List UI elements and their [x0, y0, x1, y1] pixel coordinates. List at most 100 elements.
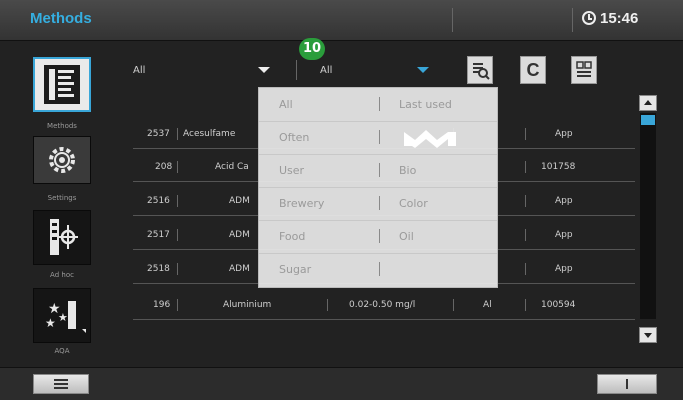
chevron-down-icon[interactable]	[258, 67, 270, 73]
title-divider	[452, 8, 453, 32]
option-divider	[379, 229, 380, 243]
row-param: Al	[483, 300, 492, 310]
svg-text:★: ★	[58, 311, 68, 324]
dropdown-row: Sugar	[259, 253, 497, 286]
filter-primary-value[interactable]: All	[133, 65, 145, 76]
cell-divider	[453, 299, 454, 311]
filter-divider	[296, 60, 297, 80]
dropdown-option-last-used[interactable]: Last used	[399, 88, 452, 121]
merck-logo-icon	[404, 130, 456, 148]
row-code: 100594	[541, 300, 576, 310]
table-row[interactable]: 196 Aluminium 0.02-0.50 mg/l Al 100594	[133, 291, 635, 320]
info-button[interactable]	[597, 374, 657, 394]
row-code: App	[555, 129, 573, 139]
dropdown-option-brewery[interactable]: Brewery	[279, 187, 324, 220]
cell-divider	[525, 299, 526, 311]
dropdown-option-often[interactable]: Often	[279, 121, 309, 154]
scroll-down-button[interactable]	[639, 327, 657, 343]
sidebar-item-label: AQA	[54, 347, 70, 355]
category-dropdown: All Last used Often User Bio Brewery Col…	[258, 87, 498, 288]
title-bar: Methods 15:46	[0, 0, 683, 41]
sort-icon	[576, 61, 592, 77]
row-range: 0.02-0.50 mg/l	[349, 300, 416, 310]
chevron-down-icon[interactable]	[417, 67, 429, 73]
methods-list-icon	[44, 65, 80, 104]
row-name: Acid Ca	[215, 162, 249, 172]
cell-divider	[327, 299, 328, 311]
cell-divider	[177, 161, 178, 173]
aqa-stars-icon: ★ ★ ★	[45, 301, 86, 333]
ad-hoc-icon	[50, 219, 78, 255]
sidebar-item-label: Methods	[47, 122, 77, 130]
cell-divider	[525, 161, 526, 173]
row-code: 101758	[541, 162, 576, 172]
row-id: 2518	[147, 264, 170, 274]
row-name: ADM	[229, 196, 250, 206]
row-code: App	[555, 196, 573, 206]
svg-text:★: ★	[45, 316, 56, 330]
step-badge: 10	[299, 38, 325, 60]
dropdown-option-color[interactable]: Color	[399, 187, 428, 220]
dropdown-row: All Last used	[259, 88, 497, 122]
option-divider	[379, 196, 380, 210]
option-divider	[379, 262, 380, 276]
dropdown-row: User Bio	[259, 154, 497, 188]
scrollbar-track[interactable]	[640, 113, 656, 319]
row-id: 2537	[147, 129, 170, 139]
app-title: Methods	[30, 10, 92, 27]
dropdown-row: Brewery Color	[259, 187, 497, 221]
search-list-icon	[473, 63, 490, 80]
scrollbar-thumb[interactable]	[641, 115, 655, 125]
dropdown-option-bio[interactable]: Bio	[399, 154, 416, 187]
dropdown-option-sugar[interactable]: Sugar	[279, 253, 311, 286]
row-id: 208	[155, 162, 173, 172]
row-id: 2517	[147, 230, 170, 240]
row-id: 196	[153, 300, 171, 310]
bottom-bar	[0, 367, 683, 400]
dropdown-option-oil[interactable]: Oil	[399, 220, 414, 253]
option-divider	[379, 163, 380, 177]
sidebar-item-aqa[interactable]: ★ ★ ★	[33, 288, 91, 343]
dropdown-option-food[interactable]: Food	[279, 220, 305, 253]
row-code: App	[555, 230, 573, 240]
cell-divider	[525, 195, 526, 207]
sidebar-item-ad-hoc[interactable]	[33, 210, 91, 265]
hamburger-menu-icon	[54, 379, 68, 389]
cell-divider	[525, 263, 526, 275]
cell-divider	[177, 128, 178, 140]
row-name: ADM	[229, 230, 250, 240]
cell-divider	[525, 229, 526, 241]
option-divider	[379, 130, 380, 144]
sidebar-item-methods[interactable]	[33, 57, 91, 112]
sort-button[interactable]	[571, 56, 597, 84]
row-name: Acesulfame	[183, 129, 236, 139]
row-code: App	[555, 264, 573, 274]
filter-secondary-value[interactable]: All	[320, 65, 332, 76]
c-button[interactable]: C	[520, 56, 546, 84]
cell-divider	[177, 229, 178, 241]
title-divider	[572, 8, 573, 32]
info-icon	[626, 379, 628, 389]
cell-divider	[525, 128, 526, 140]
row-id: 2516	[147, 196, 170, 206]
dropdown-row: Food Oil	[259, 220, 497, 254]
sidebar-item-settings[interactable]	[33, 136, 91, 184]
dropdown-option-all[interactable]: All	[279, 88, 293, 121]
cell-divider	[177, 195, 178, 207]
dropdown-option-user[interactable]: User	[279, 154, 304, 187]
dropdown-row: Often	[259, 121, 497, 155]
clock-icon	[582, 11, 596, 25]
row-name: Aluminium	[223, 300, 272, 310]
menu-button[interactable]	[33, 374, 89, 394]
clock-time: 15:46	[600, 10, 639, 27]
scroll-up-button[interactable]	[639, 95, 657, 111]
settings-gear-icon	[49, 147, 75, 173]
sidebar-item-label: Settings	[47, 194, 77, 202]
option-divider	[379, 97, 380, 111]
cell-divider	[177, 263, 178, 275]
sidebar-item-label: Ad hoc	[50, 271, 74, 279]
dropdown-option-merck[interactable]	[401, 121, 459, 154]
cell-divider	[177, 299, 178, 311]
row-name: ADM	[229, 264, 250, 274]
search-list-button[interactable]	[467, 56, 493, 84]
